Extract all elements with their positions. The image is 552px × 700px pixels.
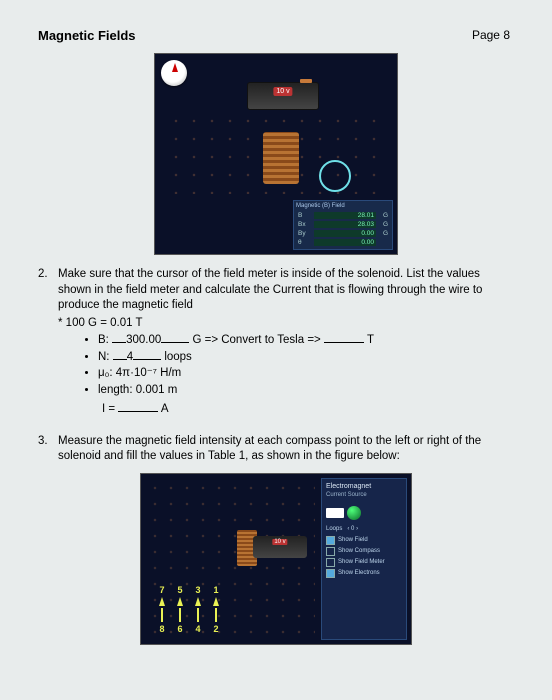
label: N: (98, 351, 110, 363)
simulation-figure-2: 10 v 7 8 5 6 3 4 1 (140, 473, 412, 645)
source-selector (326, 506, 402, 520)
battery-voltage-label: 10 v (272, 539, 287, 545)
field-meter-readout: Magnetic (B) Field B 28.01 G Bx 28.03 G … (293, 200, 393, 250)
readout-row-bx: Bx 28.03 G (296, 220, 390, 229)
point-label-top: 1 (213, 585, 218, 595)
readout-unit: G (378, 230, 388, 237)
given-length: length: 0.001 m (98, 383, 514, 399)
readout-unit: G (378, 221, 388, 228)
opt-show-field: Show Field (326, 536, 402, 545)
point-label-bottom: 6 (177, 624, 182, 634)
question-text: Measure the magnetic field intensity at … (58, 435, 481, 463)
unit: loops (164, 351, 192, 363)
question-3: 3. Measure the magnetic field intensity … (38, 434, 514, 465)
arrow-up-icon (213, 597, 219, 606)
arrow-up-icon (159, 597, 165, 606)
loops-decrement-icon: ‹ (347, 526, 349, 532)
loops-increment-icon: › (356, 526, 358, 532)
page-title: Magnetic Fields (38, 28, 136, 43)
question-number: 2. (38, 267, 58, 428)
loops-value: 0 (351, 526, 354, 532)
point-label-bottom: 8 (159, 624, 164, 634)
battery-icon: 10 v (247, 82, 319, 110)
readout-row-b: B 28.01 G (296, 211, 390, 220)
checkbox-icon (326, 558, 335, 567)
point-label-bottom: 2 (213, 624, 218, 634)
worksheet-page: Magnetic Fields Page 8 10 v Magnetic (B)… (0, 0, 552, 700)
current-answer-line: I = A (102, 402, 514, 418)
value: 300.00 (126, 334, 161, 346)
readout-value: 28.03 (314, 221, 376, 228)
given-n: N: 4 loops (98, 350, 514, 366)
opt-label: Show Electrons (338, 570, 380, 576)
opt-label: Show Compass (338, 548, 380, 554)
readout-label: By (298, 230, 312, 237)
field-meter-cursor-icon (319, 160, 351, 192)
readout-label: B (298, 212, 312, 219)
point-col: 7 8 (159, 585, 165, 634)
readout-row-theta: θ 0.00 (296, 238, 390, 247)
panel-title: Electromagnet (326, 483, 402, 490)
readout-value: 0.00 (314, 239, 376, 246)
panel-subtitle: Current Source (326, 492, 402, 498)
answer-unit: A (161, 403, 169, 415)
answer-prefix: I = (102, 403, 115, 415)
question-number: 3. (38, 434, 58, 465)
value: 4 (127, 351, 133, 363)
checkbox-icon (326, 536, 335, 545)
arrow-up-icon (195, 597, 201, 606)
arrow-up-icon (177, 597, 183, 606)
given-b: B: 300.00 G => Convert to Tesla => T (98, 333, 514, 349)
question-text: Make sure that the cursor of the field m… (58, 268, 482, 311)
unit-conv: G => Convert to Tesla => (192, 334, 320, 346)
solenoid-icon (263, 132, 299, 184)
opt-show-electrons: Show Electrons (326, 569, 402, 578)
point-col: 1 2 (213, 585, 219, 634)
readout-title: Magnetic (B) Field (296, 203, 390, 209)
opt-label: Show Field (338, 537, 368, 543)
measurement-points: 7 8 5 6 3 4 1 2 (159, 585, 219, 634)
readout-row-by: By 0.00 G (296, 229, 390, 238)
checkbox-icon (326, 547, 335, 556)
loops-row: Loops ‹ 0 › (326, 526, 402, 532)
battery-voltage-label: 10 v (273, 87, 292, 96)
readout-value: 28.01 (314, 212, 376, 219)
checkbox-icon (326, 569, 335, 578)
simulation-figure-1: 10 v Magnetic (B) Field B 28.01 G Bx 28.… (154, 53, 398, 255)
label: B: (98, 334, 109, 346)
readout-unit: G (378, 212, 388, 219)
battery-icon: 10 v (253, 536, 307, 558)
readout-label: θ (298, 239, 312, 246)
point-label-bottom: 4 (195, 624, 200, 634)
compass-icon (161, 60, 187, 86)
point-label-top: 5 (177, 585, 182, 595)
given-mu: μ₀: 4π·10⁻⁷ H/m (98, 366, 514, 382)
header-row: Magnetic Fields Page 8 (38, 28, 514, 43)
opt-show-field-meter: Show Field Meter (326, 558, 402, 567)
refresh-icon (347, 506, 361, 520)
readout-value: 0.00 (314, 230, 376, 237)
readout-label: Bx (298, 221, 312, 228)
given-values-list: B: 300.00 G => Convert to Tesla => T N: … (58, 333, 514, 398)
page-number: Page 8 (472, 28, 510, 42)
point-col: 3 4 (195, 585, 201, 634)
loops-label: Loops (326, 526, 342, 532)
question-2: 2. Make sure that the cursor of the fiel… (38, 267, 514, 428)
sim-control-panel: Electromagnet Current Source Loops ‹ 0 ›… (321, 478, 407, 640)
conversion-note: * 100 G = 0.01 T (58, 316, 514, 332)
readout-unit (378, 239, 388, 246)
point-label-top: 3 (195, 585, 200, 595)
opt-show-compass: Show Compass (326, 547, 402, 556)
point-label-top: 7 (159, 585, 164, 595)
opt-label: Show Field Meter (338, 559, 385, 565)
tesla-unit: T (367, 334, 374, 346)
point-col: 5 6 (177, 585, 183, 634)
source-box-icon (326, 508, 344, 518)
